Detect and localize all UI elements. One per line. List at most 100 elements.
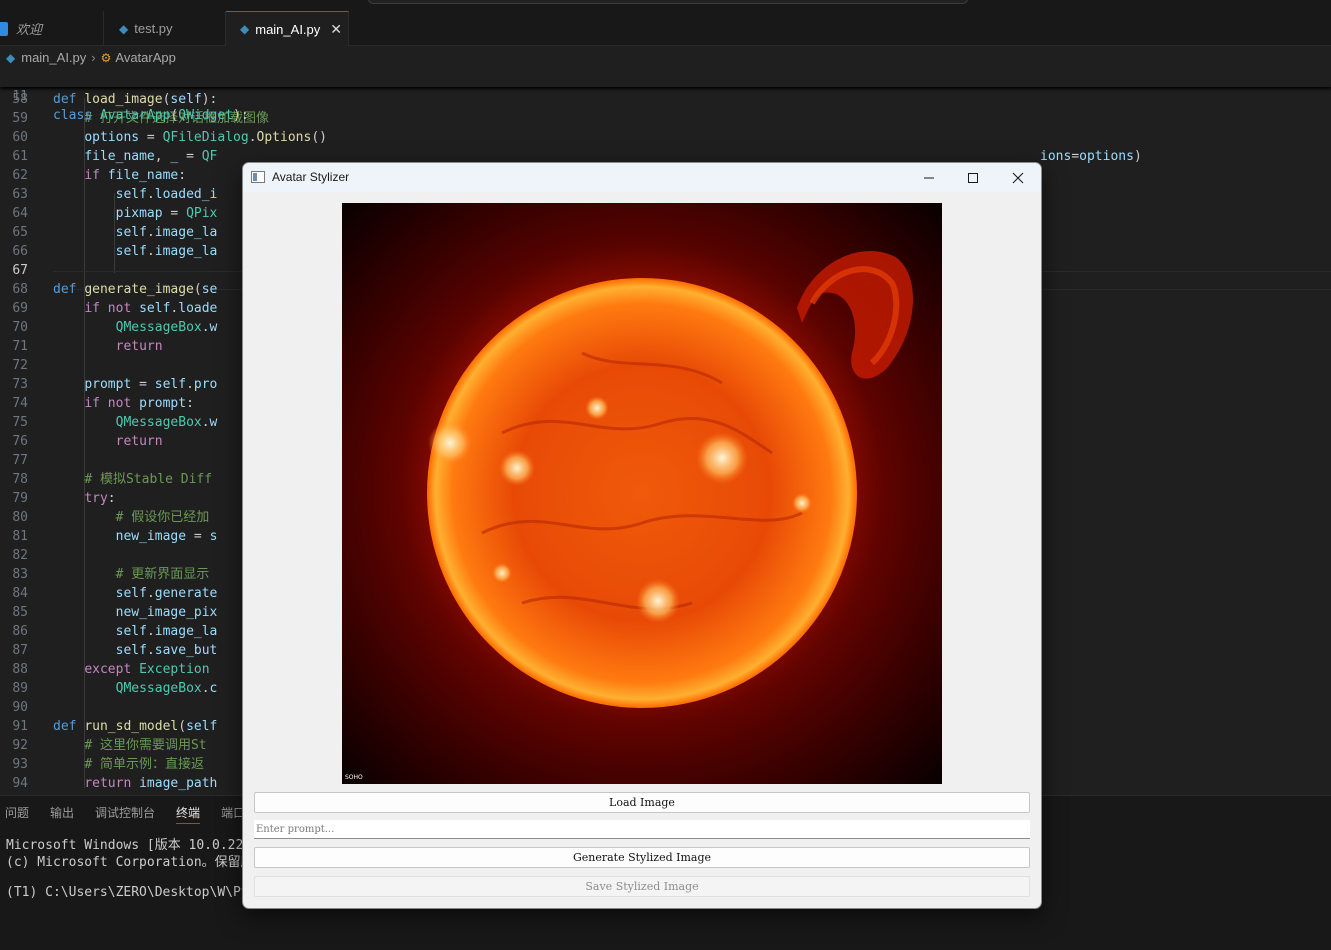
image-caption: SOHO — [345, 774, 363, 781]
line-number: 82 — [12, 548, 28, 563]
line-number: 75 — [12, 415, 28, 430]
code-text: self.image_la — [115, 225, 218, 240]
line-number: 92 — [12, 738, 28, 753]
code-text: self.image_la — [115, 244, 218, 259]
terminal-prompt[interactable]: (T1) C:\Users\ZERO\Desktop\W\Pytho — [6, 885, 272, 900]
close-icon — [1012, 172, 1024, 183]
tab-label: test.py — [134, 21, 173, 36]
code-text: try: — [84, 491, 116, 506]
code-text: new_image = s — [115, 529, 218, 544]
title-bar — [0, 0, 1331, 11]
tab-terminal[interactable]: 终端 — [176, 804, 201, 824]
line-number: 70 — [12, 320, 28, 335]
code-text: if file_name: — [84, 168, 187, 183]
code-text: if not prompt: — [84, 396, 194, 411]
line-number: 11 — [12, 89, 28, 104]
code-text: new_image_pix — [115, 605, 218, 620]
line-number: 85 — [12, 605, 28, 620]
window-title-bar[interactable]: Avatar Stylizer — [243, 163, 1041, 192]
avatar-stylizer-window: Avatar Stylizer SOHO Load Image Enter pr… — [242, 162, 1042, 909]
minimize-button[interactable] — [906, 163, 952, 192]
code-text: # 简单示例：直接返 — [84, 757, 204, 772]
line-number: 77 — [12, 453, 28, 468]
python-file-icon: ◆ — [240, 22, 250, 36]
line-number: 88 — [12, 662, 28, 677]
image-preview: SOHO — [342, 203, 942, 784]
line-number: 86 — [12, 624, 28, 639]
panel-tab-bar: 问题 输出 调试控制台 终端 端口 — [0, 804, 261, 824]
code-text: self.loaded_i — [115, 187, 218, 202]
sticky-code: class AvatarApp(QWidget): — [53, 108, 249, 123]
terminal-line: (c) Microsoft Corporation。保留所有 — [6, 855, 267, 870]
line-number: 83 — [12, 567, 28, 582]
line-number: 61 — [12, 149, 28, 164]
line-number: 76 — [12, 434, 28, 449]
tab-output[interactable]: 输出 — [50, 804, 74, 824]
code-text: QMessageBox.c — [115, 681, 218, 696]
line-number: 62 — [12, 168, 28, 183]
code-text-tail: ions=options) — [1040, 149, 1142, 164]
code-text: QMessageBox.w — [115, 415, 218, 430]
save-stylized-image-button: Save Stylized Image — [254, 876, 1030, 897]
code-text: if not self.loade — [84, 301, 218, 316]
line-number: 73 — [12, 377, 28, 392]
line-number: 67 — [12, 263, 28, 278]
line-number: 65 — [12, 225, 28, 240]
code-text: pixmap = QPix — [115, 206, 218, 221]
maximize-button[interactable] — [950, 163, 996, 192]
breadcrumb-file[interactable]: main_AI.py — [21, 50, 86, 65]
editor-tab-bar: 欢迎 ◆ test.py ◆ main_AI.py ✕ — [0, 11, 1331, 46]
code-text: return — [115, 434, 163, 449]
line-number: 94 — [12, 776, 28, 791]
prompt-input[interactable] — [254, 820, 1030, 839]
code-text: file_name, _ = QF — [84, 149, 218, 164]
line-number: 78 — [12, 472, 28, 487]
code-text: options = QFileDialog.Options() — [84, 130, 327, 145]
minimize-icon — [924, 177, 934, 178]
line-number: 64 — [12, 206, 28, 221]
code-text: def generate_image(se — [53, 282, 218, 297]
line-number: 69 — [12, 301, 28, 316]
tab-label: 欢迎 — [16, 22, 43, 37]
tab-debug-console[interactable]: 调试控制台 — [95, 804, 155, 824]
line-number: 91 — [12, 719, 28, 734]
code-text: # 这里你需要调用St — [84, 738, 207, 753]
sticky-scroll-line[interactable]: 11 class AvatarApp(QWidget): — [0, 68, 1331, 123]
command-center[interactable] — [368, 0, 968, 4]
line-number: 72 — [12, 358, 28, 373]
sun-image: SOHO — [342, 203, 942, 784]
code-text: self.image_la — [115, 624, 218, 639]
tab-welcome[interactable]: 欢迎 — [0, 11, 104, 46]
line-number: 93 — [12, 757, 28, 772]
code-text: except Exception — [84, 662, 210, 677]
line-number: 81 — [12, 529, 28, 544]
load-image-button[interactable]: Load Image — [254, 792, 1030, 813]
code-text: prompt = self.pro — [84, 377, 218, 392]
code-line[interactable]: 60 options = QFileDialog.Options() — [0, 128, 1331, 147]
chevron-right-icon: › — [91, 50, 96, 65]
tab-label: main_AI.py — [255, 21, 321, 37]
line-number: 84 — [12, 586, 28, 601]
close-icon[interactable]: ✕ — [330, 21, 342, 38]
code-text: return image_path — [84, 776, 218, 791]
tab-problems[interactable]: 问题 — [5, 804, 29, 824]
python-file-icon: ◆ — [6, 50, 16, 65]
line-number: 63 — [12, 187, 28, 202]
close-button[interactable] — [995, 163, 1041, 192]
generate-stylized-image-button[interactable]: Generate Stylized Image — [254, 847, 1030, 868]
code-text: return — [115, 339, 163, 354]
tab-test-py[interactable]: ◆ test.py — [104, 11, 226, 46]
tab-main-ai-py[interactable]: ◆ main_AI.py ✕ — [226, 11, 349, 46]
code-text: # 更新界面显示 — [115, 567, 210, 582]
line-number: 80 — [12, 510, 28, 525]
line-number: 90 — [12, 700, 28, 715]
breadcrumb-symbol[interactable]: AvatarApp — [115, 50, 175, 65]
line-number: 89 — [12, 681, 28, 696]
code-text: self.save_but — [115, 643, 218, 658]
breadcrumb: ◆ main_AI.py › ⚙ AvatarApp — [0, 47, 1331, 68]
code-text: # 模拟Stable Diff — [84, 472, 213, 487]
class-symbol-icon: ⚙ — [100, 50, 112, 65]
vscode-logo-icon — [0, 21, 8, 36]
window-title: Avatar Stylizer — [272, 170, 350, 184]
maximize-icon — [968, 172, 978, 183]
